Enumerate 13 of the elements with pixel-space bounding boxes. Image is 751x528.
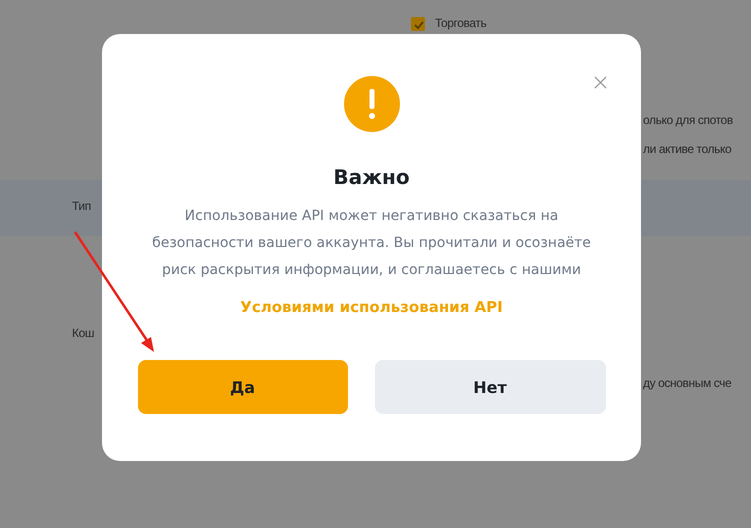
- dialog-title: Важно: [333, 165, 410, 189]
- confirm-button[interactable]: Да: [138, 360, 348, 414]
- checkbox[interactable]: [411, 17, 425, 31]
- checkbox-label: Торговать: [435, 16, 486, 30]
- background-text: ду основным сче: [643, 376, 732, 390]
- close-icon[interactable]: [594, 76, 607, 89]
- background-text: олько для спотов: [643, 113, 733, 127]
- cancel-button[interactable]: Нет: [374, 360, 606, 414]
- warning-icon: [344, 76, 400, 132]
- background-text: ли активе только: [643, 142, 732, 156]
- dialog-message: Использование API может негативно сказаться на безопасности вашего аккаунта. Вы прочитали и осознаёте риск раскрытия информации, и соглашаетесь с нашими: [152, 207, 592, 280]
- background-text: Кош: [72, 326, 94, 340]
- background-text: Тип: [72, 199, 91, 213]
